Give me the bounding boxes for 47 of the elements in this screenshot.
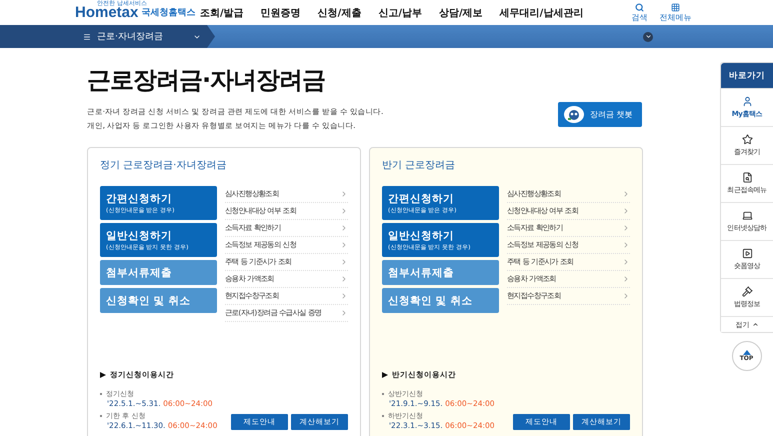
- chevron-down-icon: [644, 33, 652, 40]
- nav-item[interactable]: 민원증명: [260, 6, 301, 20]
- chevron-right-icon: [622, 292, 630, 300]
- chevron-right-icon: [622, 207, 630, 215]
- chevron-right-icon: [622, 224, 630, 232]
- quick-menu-title: 바로가기: [721, 63, 773, 88]
- grid-icon: [670, 2, 680, 12]
- star-icon: [742, 134, 752, 145]
- up-triangle-icon: [742, 350, 750, 355]
- chevron-right-icon: [340, 258, 348, 266]
- chevron-right-icon: [622, 190, 630, 198]
- search-button[interactable]: 검색: [631, 2, 648, 22]
- nav-item[interactable]: 신청/제출: [318, 6, 362, 20]
- card-title: 반기 근로장려금: [382, 159, 456, 172]
- nav-item[interactable]: 조회/발급: [200, 6, 244, 20]
- play-icon: [742, 248, 752, 259]
- nav-item[interactable]: 신고/납부: [378, 6, 422, 20]
- menu-button[interactable]: 전체메뉴: [659, 2, 692, 22]
- card-title: 정기 근로장려금·자녀장려금: [100, 159, 228, 172]
- chevron-right-icon: [622, 241, 630, 249]
- triangle-bullet-icon: [100, 372, 106, 378]
- chevron-up-icon: [752, 321, 758, 328]
- laptop-icon: [742, 210, 752, 221]
- chevron-right-icon: [340, 224, 348, 232]
- user-icon: [742, 96, 752, 107]
- chevron-right-icon: [340, 241, 348, 249]
- breadcrumb-dropdown[interactable]: 근로·자녀장려금: [0, 25, 215, 48]
- document-search-icon: [742, 172, 752, 183]
- chevron-right-icon: [340, 309, 348, 317]
- chevron-right-icon: [340, 190, 348, 198]
- chevron-right-icon: [340, 292, 348, 300]
- logo-subtitle: 국세청홈택스: [141, 7, 196, 20]
- page-title: 근로장려금·자녀장려금: [87, 65, 326, 96]
- menu-icon: [83, 32, 91, 40]
- chevron-right-icon: [340, 207, 348, 215]
- chevron-right-icon: [340, 275, 348, 283]
- gavel-icon: [742, 286, 752, 297]
- breadcrumb-label: 근로·자녀장려금: [97, 31, 164, 43]
- chevron-right-icon: [622, 275, 630, 283]
- chatbot-button[interactable]: 장려금 챗봇: [558, 102, 642, 127]
- nav-item[interactable]: 세무대리/납세관리: [500, 6, 584, 20]
- search-icon: [634, 2, 644, 12]
- chevron-right-icon: [622, 258, 630, 266]
- robot-icon: [564, 106, 584, 123]
- expand-button[interactable]: [643, 32, 653, 42]
- triangle-bullet-icon: [382, 372, 388, 378]
- nav-item[interactable]: 상담/제보: [438, 6, 483, 20]
